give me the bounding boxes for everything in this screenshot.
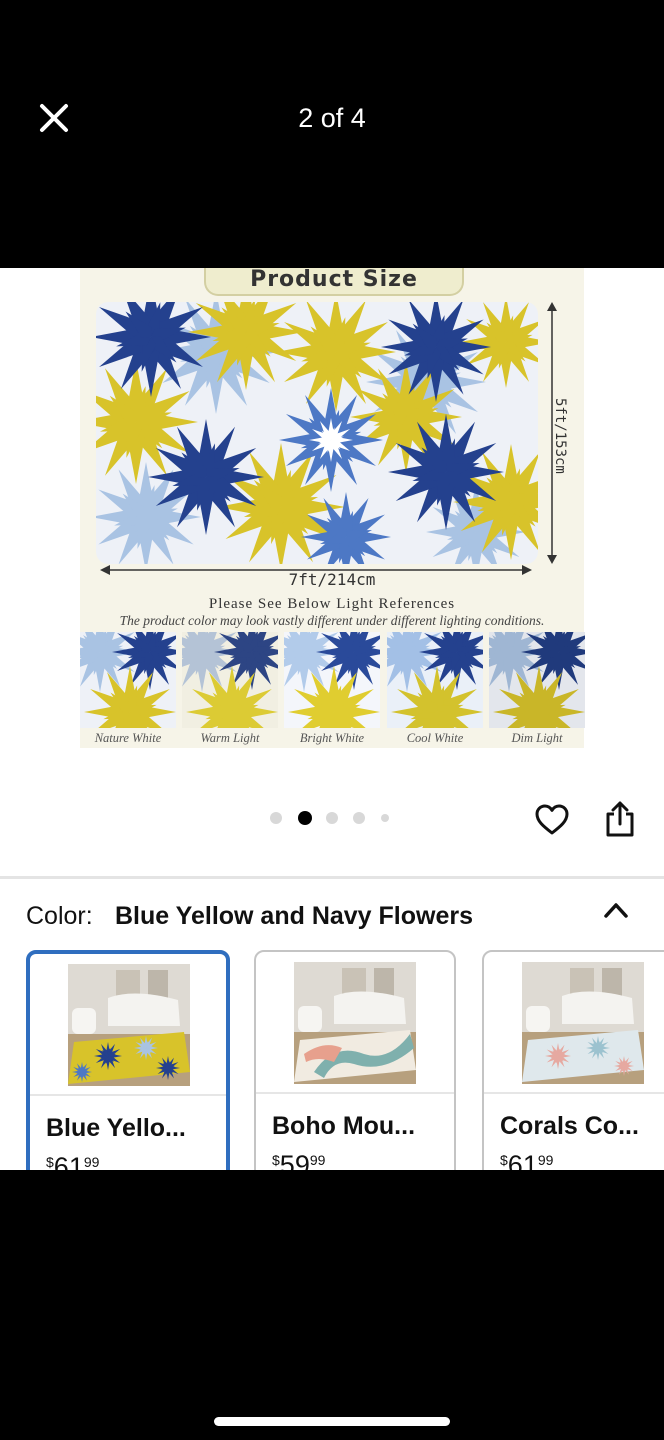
light-label: Cool White [406,731,464,745]
light-label: Warm Light [200,731,260,745]
price-currency: $ [272,1152,280,1168]
rug-thumbnail [294,962,416,1084]
viewer-header: 2 of 4 [0,0,664,268]
light-reference-subtitle: The product color may look vastly differ… [119,613,545,628]
color-option-card[interactable]: Boho Mou... $5999 [254,950,456,1170]
product-image[interactable]: Product Size 5ft/153cm 7ft/214cm Please … [80,268,585,748]
option-price: $5999 [272,1150,325,1170]
height-dimension: 5ft/153cm [552,398,568,474]
option-title: Corals Co... [500,1112,639,1140]
light-label: Nature White [94,731,162,745]
light-label: Dim Light [511,731,563,745]
image-counter: 2 of 4 [298,103,366,133]
option-price: $6199 [46,1152,99,1170]
swatch-dim-light [489,632,585,728]
price-whole: 61 [53,1152,84,1170]
color-label: Color: [26,902,93,930]
swatch-cool-white [387,632,483,728]
share-icon[interactable] [604,800,636,838]
price-whole: 61 [507,1150,538,1170]
rug-thumbnail [68,964,190,1086]
carousel-dot[interactable] [326,812,338,824]
option-price: $6199 [500,1150,553,1170]
light-reference-title: Please See Below Light References [208,596,456,612]
price-whole: 59 [279,1150,310,1170]
light-label: Bright White [299,731,365,745]
color-option-card[interactable]: Blue Yello... $6199 [26,950,230,1170]
carousel-dot-active[interactable] [298,811,312,825]
product-size-title: Product Size [204,268,464,296]
section-divider [0,876,664,879]
card-divider [30,1094,226,1096]
price-cents: 99 [309,1152,326,1168]
color-option-card[interactable]: Corals Co... $6199 [482,950,664,1170]
home-indicator[interactable] [214,1417,450,1426]
swatch-warm-light [182,632,278,728]
price-cents: 99 [83,1154,100,1170]
price-cents: 99 [537,1152,554,1168]
width-dimension: 7ft/214cm [288,570,376,589]
card-divider [484,1092,664,1094]
selected-color-name: Blue Yellow and Navy Flowers [115,902,473,930]
option-title: Blue Yello... [46,1114,186,1142]
chevron-up-icon[interactable] [602,900,630,920]
card-divider [256,1092,454,1094]
heart-icon[interactable] [534,802,570,838]
price-currency: $ [500,1152,508,1168]
swatch-nature-white [80,632,176,728]
rug-thumbnail [522,962,644,1084]
product-panel: Product Size 5ft/153cm 7ft/214cm Please … [0,268,664,1170]
swatch-bright-white [284,632,380,728]
price-currency: $ [46,1154,54,1170]
rug-illustration [96,302,538,564]
carousel-dot[interactable] [270,812,282,824]
carousel-dot[interactable] [353,812,365,824]
option-title: Boho Mou... [272,1112,416,1140]
carousel-dot[interactable] [381,814,389,822]
